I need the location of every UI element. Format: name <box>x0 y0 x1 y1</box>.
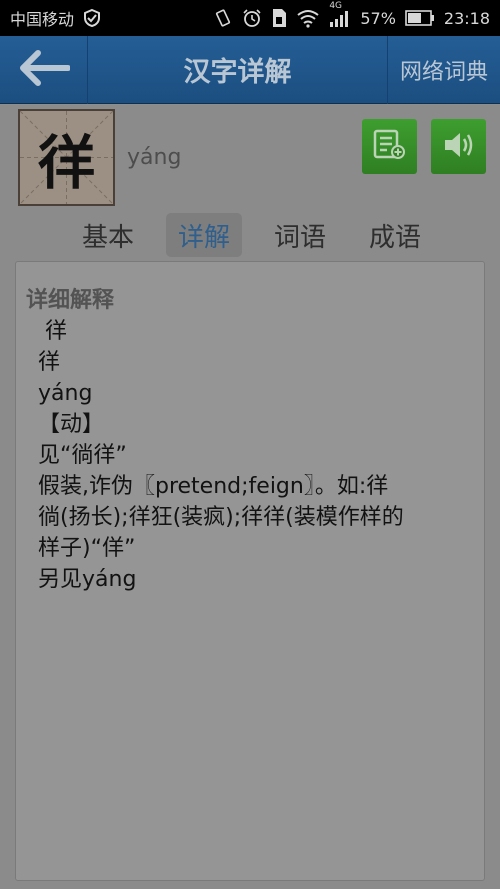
tab-idioms[interactable]: 成语 <box>355 213 435 257</box>
character-box: 徉 <box>18 109 115 206</box>
pronounce-button[interactable] <box>431 119 486 174</box>
detail-line: 徉 <box>45 319 68 344</box>
vibrate-icon <box>213 8 233 28</box>
back-button[interactable] <box>0 35 88 104</box>
tab-detail[interactable]: 详解 <box>166 213 242 257</box>
clock: 23:18 <box>443 8 490 28</box>
add-note-button[interactable] <box>362 119 417 174</box>
network-type-label: 4G <box>329 1 343 11</box>
tab-bar: 基本 详解 词语 成语 <box>0 213 500 259</box>
detail-heading: 详细解释 <box>26 288 115 313</box>
pinyin-label: yáng <box>127 145 182 170</box>
wifi-icon <box>296 8 320 28</box>
alarm-icon <box>242 8 262 28</box>
tab-basic[interactable]: 基本 <box>68 213 148 257</box>
signal-icon: 4G <box>329 1 351 27</box>
app-header: 汉字详解 网络词典 <box>0 35 500 104</box>
detail-text: 徉 徉 yáng 【动】 见“徜徉” 假装,诈伪〖pretend;feign〗。… <box>38 316 468 595</box>
detail-line: 【动】 <box>38 412 105 437</box>
battery-percent: 57% <box>360 8 396 28</box>
detail-line: 徉 <box>38 350 61 375</box>
detail-line: 假装,诈伪〖pretend;feign〗。如:徉 <box>38 474 389 499</box>
content-area: 徉 yáng 基本 详解 词语 成语 详细解释 徉 徉 yáng 【动】 见“徜… <box>0 105 500 889</box>
detail-line: 另见yáng <box>38 567 137 592</box>
detail-line: 徜(扬长);徉狂(装疯);徉徉(装模作样的 <box>38 505 404 530</box>
tab-words[interactable]: 词语 <box>260 213 340 257</box>
detail-line: 见“徜徉” <box>38 443 127 468</box>
status-bar: 中国移动 4G 57% 23:18 <box>0 0 500 36</box>
detail-line: 样子)“佯” <box>38 536 136 561</box>
carrier-label: 中国移动 <box>10 10 75 29</box>
page-title: 汉字详解 <box>183 57 292 88</box>
detail-line: yáng <box>38 381 93 406</box>
sim-card-icon <box>271 8 287 28</box>
speaker-icon <box>442 130 476 164</box>
add-note-icon <box>373 129 407 165</box>
net-dictionary-button[interactable]: 网络词典 <box>387 35 500 104</box>
arrow-left-icon <box>18 49 71 90</box>
battery-icon <box>405 10 435 26</box>
detail-panel: 详细解释 徉 徉 yáng 【动】 见“徜徉” 假装,诈伪〖pretend;fe… <box>15 261 485 881</box>
shield-icon <box>82 8 102 28</box>
character-glyph: 徉 <box>37 128 96 197</box>
